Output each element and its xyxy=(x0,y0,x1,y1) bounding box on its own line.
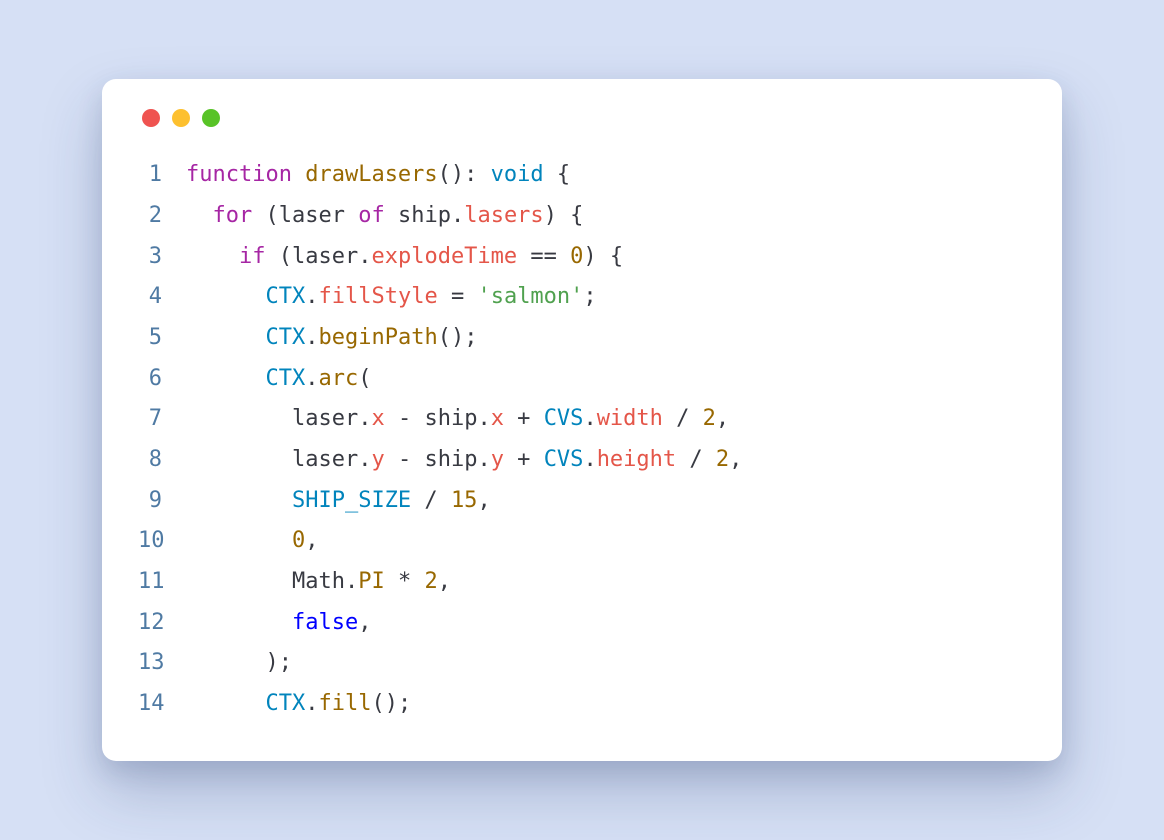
code-line: 9 SHIP_SIZE / 15, xyxy=(138,481,1026,522)
code-text: CTX.arc( xyxy=(186,359,371,400)
line-number: 9 xyxy=(138,481,186,522)
code-text: if (laser.explodeTime == 0) { xyxy=(186,237,623,278)
editor-window: 1 function drawLasers(): void { 2 for (l… xyxy=(102,79,1062,761)
line-number: 2 xyxy=(138,196,186,237)
code-line: 5 CTX.beginPath(); xyxy=(138,318,1026,359)
code-line: 4 CTX.fillStyle = 'salmon'; xyxy=(138,277,1026,318)
line-number: 3 xyxy=(138,237,186,278)
code-text: for (laser of ship.lasers) { xyxy=(186,196,583,237)
code-text: laser.x - ship.x + CVS.width / 2, xyxy=(186,399,729,440)
code-line: 12 false, xyxy=(138,603,1026,644)
line-number: 12 xyxy=(138,603,186,644)
close-icon[interactable] xyxy=(142,109,160,127)
code-line: 8 laser.y - ship.y + CVS.height / 2, xyxy=(138,440,1026,481)
line-number: 4 xyxy=(138,277,186,318)
code-text: SHIP_SIZE / 15, xyxy=(186,481,491,522)
code-text: laser.y - ship.y + CVS.height / 2, xyxy=(186,440,742,481)
line-number: 10 xyxy=(138,521,186,562)
line-number: 6 xyxy=(138,359,186,400)
line-number: 5 xyxy=(138,318,186,359)
code-text: 0, xyxy=(186,521,318,562)
code-line: 1 function drawLasers(): void { xyxy=(138,155,1026,196)
code-line: 13 ); xyxy=(138,643,1026,684)
code-line: 7 laser.x - ship.x + CVS.width / 2, xyxy=(138,399,1026,440)
line-number: 13 xyxy=(138,643,186,684)
window-controls xyxy=(142,109,1026,127)
line-number: 7 xyxy=(138,399,186,440)
line-number: 8 xyxy=(138,440,186,481)
code-text: CTX.beginPath(); xyxy=(186,318,477,359)
code-line: 6 CTX.arc( xyxy=(138,359,1026,400)
code-line: 10 0, xyxy=(138,521,1026,562)
code-line: 3 if (laser.explodeTime == 0) { xyxy=(138,237,1026,278)
code-line: 11 Math.PI * 2, xyxy=(138,562,1026,603)
code-text: ); xyxy=(186,643,292,684)
line-number: 1 xyxy=(138,155,186,196)
code-text: function drawLasers(): void { xyxy=(186,155,570,196)
code-line: 2 for (laser of ship.lasers) { xyxy=(138,196,1026,237)
code-text: Math.PI * 2, xyxy=(186,562,451,603)
code-text: CTX.fillStyle = 'salmon'; xyxy=(186,277,597,318)
code-text: false, xyxy=(186,603,371,644)
minimize-icon[interactable] xyxy=(172,109,190,127)
line-number: 14 xyxy=(138,684,186,725)
maximize-icon[interactable] xyxy=(202,109,220,127)
code-block: 1 function drawLasers(): void { 2 for (l… xyxy=(138,155,1026,725)
line-number: 11 xyxy=(138,562,186,603)
code-text: CTX.fill(); xyxy=(186,684,411,725)
code-line: 14 CTX.fill(); xyxy=(138,684,1026,725)
